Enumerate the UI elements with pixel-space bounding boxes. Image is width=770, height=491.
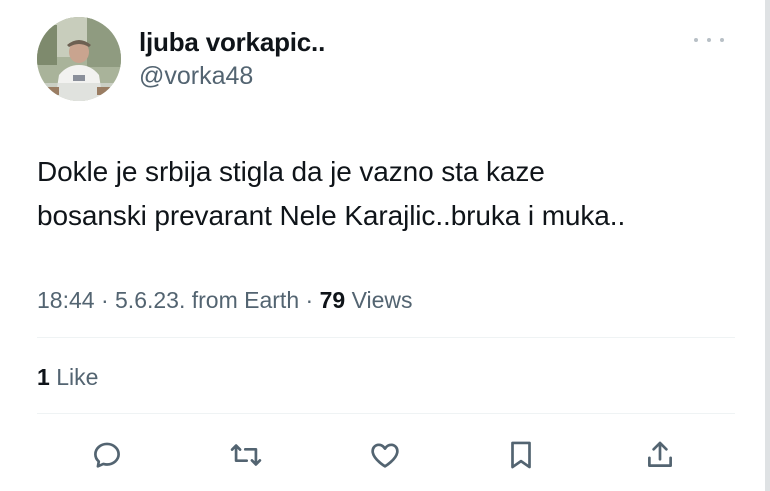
more-dot [694, 38, 698, 42]
bookmark-button[interactable] [499, 433, 543, 477]
meta-separator: · [305, 287, 320, 313]
action-bar [0, 433, 770, 477]
likes-count: 1 [37, 364, 50, 390]
more-options-icon[interactable] [694, 30, 724, 50]
window-edge [765, 0, 770, 491]
share-icon [648, 441, 672, 467]
likes-label: Like [56, 364, 99, 390]
more-dot [707, 38, 711, 42]
reply-button[interactable] [85, 433, 129, 477]
tweet-card: ljuba vorkapic.. @vorka48 Dokle je srbij… [0, 0, 770, 491]
author-info[interactable]: ljuba vorkapic.. @vorka48 [139, 26, 325, 92]
views-label: Views [351, 287, 413, 313]
tweet-source: from Earth [191, 287, 300, 313]
divider [37, 413, 735, 414]
retweet-icon [230, 444, 262, 466]
more-dot [720, 38, 724, 42]
tweet-date[interactable]: 5.6.23. [115, 287, 185, 313]
retweet-button[interactable] [224, 433, 268, 477]
meta-separator: · [100, 287, 116, 313]
author-handle[interactable]: @vorka48 [139, 60, 325, 92]
author-display-name[interactable]: ljuba vorkapic.. [139, 26, 325, 58]
avatar-photo [37, 17, 121, 101]
tweet-meta: 18:44 · 5.6.23. from Earth · 79 Views [37, 285, 413, 315]
likes-summary[interactable]: 1 Like [37, 362, 98, 392]
divider [37, 337, 735, 338]
avatar[interactable] [37, 17, 121, 101]
views-count: 79 [319, 287, 346, 313]
reply-icon [94, 442, 120, 468]
tweet-time[interactable]: 18:44 [37, 287, 95, 313]
share-button[interactable] [638, 433, 682, 477]
tweet-text: Dokle je srbija stigla da je vazno sta k… [37, 156, 626, 231]
like-icon [371, 443, 399, 468]
bookmark-icon [511, 441, 531, 469]
like-button[interactable] [363, 433, 407, 477]
